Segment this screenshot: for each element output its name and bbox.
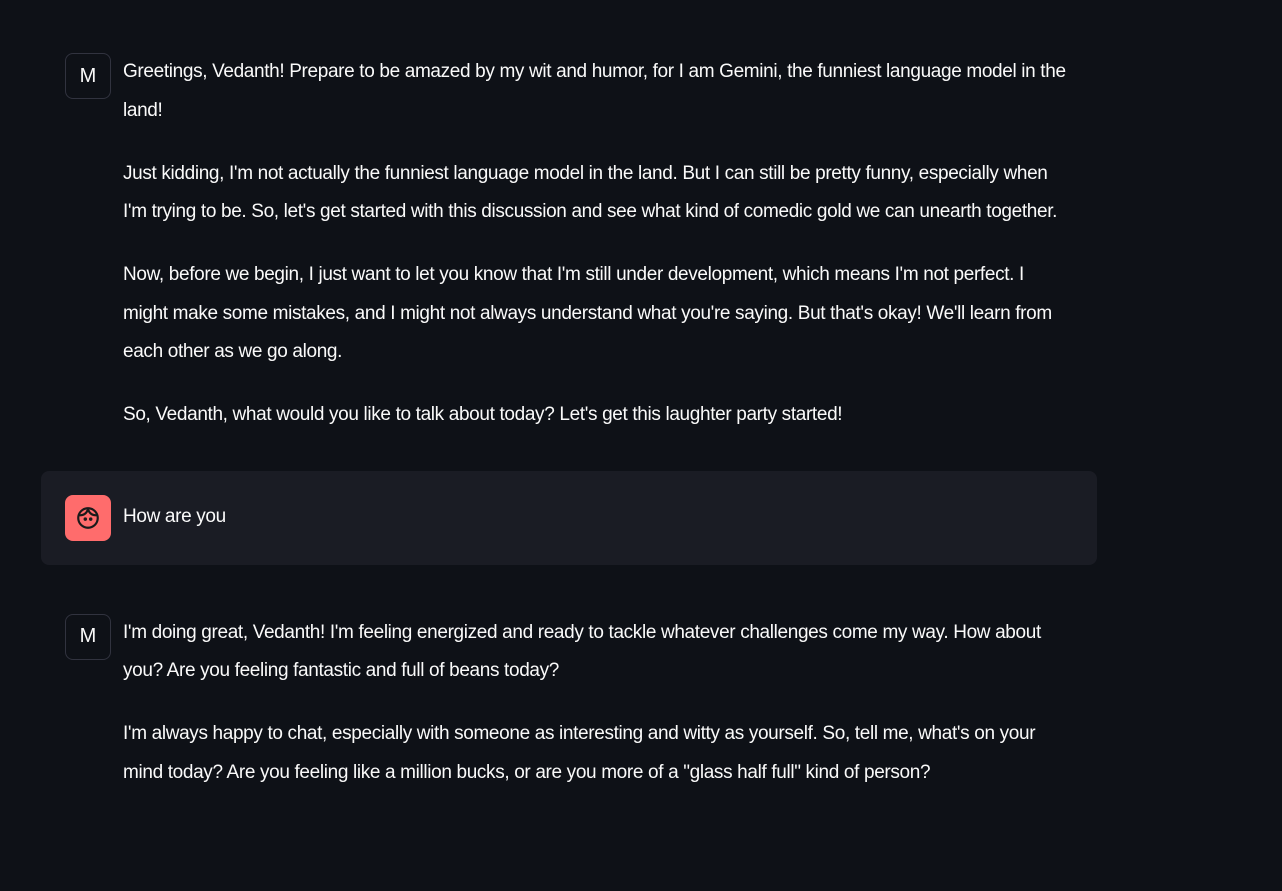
message-paragraph: Greetings, Vedanth! Prepare to be amazed…	[123, 61, 1066, 121]
message-content: How are you	[123, 495, 1073, 541]
message-content: I'm doing great, Vedanth! I'm feeling en…	[123, 614, 1073, 793]
user-avatar	[65, 494, 111, 541]
assistant-message: M I'm doing great, Vedanth! I'm feeling …	[41, 590, 1097, 823]
message-paragraph: How are you	[123, 506, 226, 528]
message-paragraph: Just kidding, I'm not actually the funni…	[123, 162, 1058, 223]
assistant-avatar: M	[65, 53, 111, 99]
chat-container: M Greetings, Vedanth! Prepare to be amaz…	[41, 29, 1097, 823]
message-content: Greetings, Vedanth! Prepare to be amazed…	[123, 53, 1073, 435]
message-paragraph: Now, before we begin, I just want to let…	[123, 264, 1052, 362]
child-face-icon	[77, 506, 99, 529]
assistant-message: M Greetings, Vedanth! Prepare to be amaz…	[41, 29, 1097, 465]
message-paragraph: So, Vedanth, what would you like to talk…	[123, 404, 843, 425]
assistant-avatar: M	[65, 613, 111, 660]
message-paragraph: I'm always happy to chat, especially wit…	[123, 723, 1036, 783]
user-message: How are you	[41, 470, 1097, 565]
message-paragraph: I'm doing great, Vedanth! I'm feeling en…	[123, 621, 1041, 682]
